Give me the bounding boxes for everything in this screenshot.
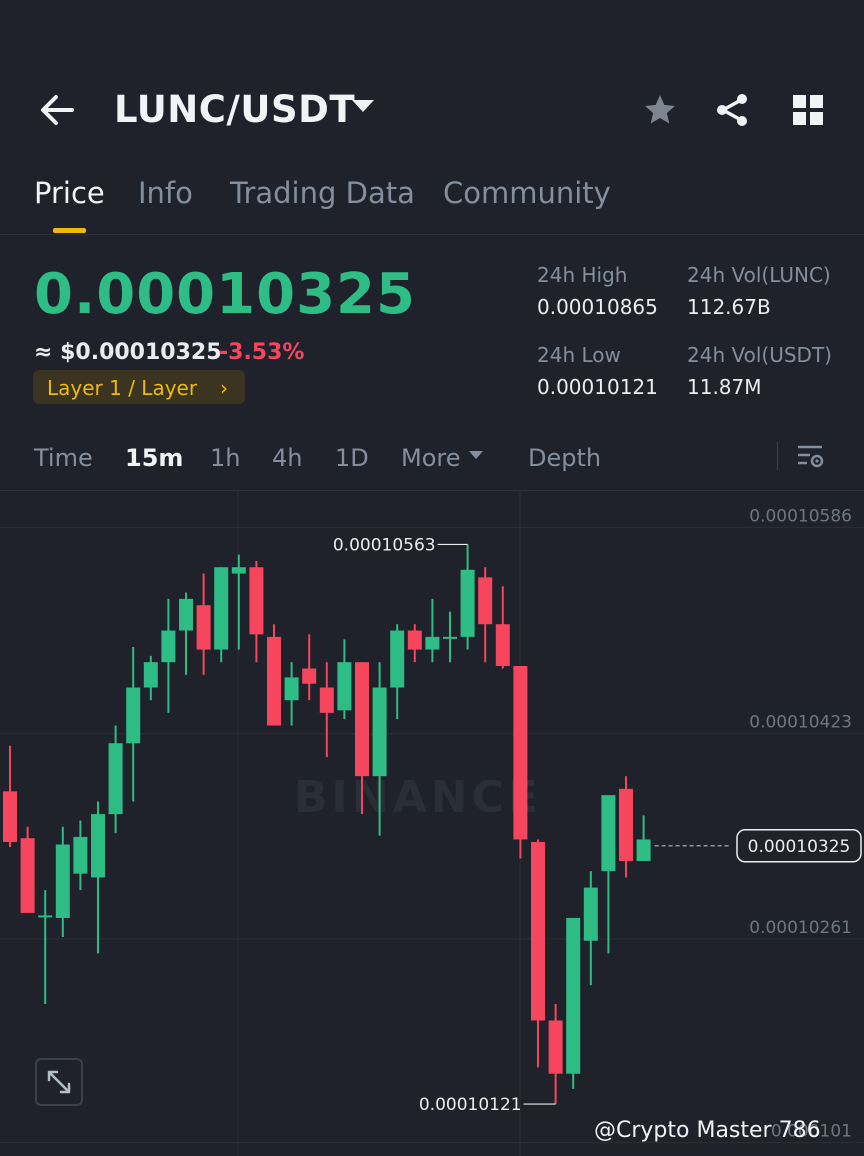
candle-body — [355, 662, 369, 777]
candle-body — [390, 630, 405, 688]
interval-1d[interactable]: 1D — [335, 444, 369, 472]
max-price-label: 0.00010563 — [333, 535, 436, 555]
candle-body — [196, 605, 211, 650]
candle-body — [55, 844, 70, 918]
current-price-label: 0.00010325 — [748, 837, 851, 857]
candle-body — [231, 567, 246, 574]
interval-15m[interactable]: 15m — [125, 444, 183, 472]
tabs-divider — [0, 234, 864, 235]
y-tick-label: 0.00010586 — [749, 506, 852, 526]
volume-base-value: 112.67B — [687, 295, 771, 319]
candle-body — [91, 814, 105, 878]
interval-4h[interactable]: 4h — [272, 444, 302, 472]
toolbar-separator — [777, 442, 778, 470]
candle-body — [460, 569, 475, 637]
volume-quote-value: 11.87M — [687, 375, 762, 399]
chart-settings-icon[interactable] — [796, 442, 826, 472]
candle-body — [601, 795, 616, 872]
candle-body — [73, 836, 88, 874]
interval-more[interactable]: More — [401, 444, 461, 472]
candle-body — [495, 624, 510, 666]
candle-body — [161, 630, 176, 663]
candle-body — [425, 636, 440, 650]
candle-body — [267, 636, 281, 726]
candle-body — [20, 838, 35, 913]
candle-body — [407, 630, 422, 650]
expand-icon — [47, 1070, 71, 1094]
tab-community[interactable]: Community — [443, 176, 611, 210]
candle-body — [126, 687, 141, 744]
candle-body — [583, 887, 598, 941]
candle-body — [179, 598, 193, 631]
depth-tab[interactable]: Depth — [528, 444, 601, 472]
candle-body — [372, 687, 387, 777]
interval-1h[interactable]: 1h — [210, 444, 240, 472]
candle-body — [249, 567, 264, 635]
candlestick-chart[interactable]: 0.000105860.000104230.000102610.0001010.… — [0, 490, 864, 1156]
candle-body — [478, 577, 493, 625]
grid-icon[interactable] — [792, 94, 824, 126]
candle-body — [143, 662, 158, 688]
high-label: 24h High — [537, 263, 628, 287]
volume-quote-label: 24h Vol(USDT) — [687, 343, 832, 367]
candle-body — [337, 662, 352, 711]
candle-body — [38, 915, 53, 918]
star-icon[interactable] — [642, 92, 678, 128]
more-caret-icon[interactable] — [469, 451, 483, 459]
candle-body — [531, 841, 545, 1021]
candle-body — [513, 665, 528, 840]
tab-info[interactable]: Info — [138, 176, 193, 210]
interval-time[interactable]: Time — [34, 444, 93, 472]
credit-label: @Crypto Master 786 — [594, 1118, 821, 1143]
low-value: 0.00010121 — [537, 375, 658, 399]
fullscreen-button[interactable] — [35, 1058, 83, 1106]
category-tag-label: Layer 1 / Layer — [47, 376, 198, 400]
min-price-label: 0.00010121 — [419, 1095, 522, 1115]
chevron-down-icon[interactable] — [352, 100, 374, 112]
y-tick-label: 0.00010261 — [749, 918, 852, 938]
y-tick-label: 0.00010423 — [749, 713, 852, 733]
back-arrow-icon[interactable] — [34, 88, 82, 132]
volume-base-label: 24h Vol(LUNC) — [687, 263, 831, 287]
active-tab-indicator — [53, 228, 86, 233]
candle-body — [619, 788, 633, 861]
tab-trading-data[interactable]: Trading Data — [230, 176, 415, 210]
candle-body — [3, 791, 17, 842]
tab-price[interactable]: Price — [34, 176, 105, 210]
candle-body — [548, 1020, 563, 1074]
candle-body — [443, 636, 457, 639]
candle-body — [566, 917, 581, 1074]
low-label: 24h Low — [537, 343, 621, 367]
fiat-price: ≈ $0.00010325 — [34, 340, 222, 365]
candle-body — [284, 677, 299, 701]
candle-body — [108, 743, 123, 815]
pair-title[interactable]: LUNC/USDT — [114, 88, 355, 131]
candle-body — [302, 668, 317, 684]
chevron-right-icon: › — [220, 376, 228, 400]
high-value: 0.00010865 — [537, 295, 658, 319]
candle-body — [214, 567, 229, 650]
price-change-percent: -3.53% — [219, 340, 305, 365]
last-price: 0.00010325 — [34, 262, 416, 327]
candle-body — [636, 839, 651, 861]
share-icon[interactable] — [714, 92, 750, 128]
candle-body — [319, 687, 334, 713]
